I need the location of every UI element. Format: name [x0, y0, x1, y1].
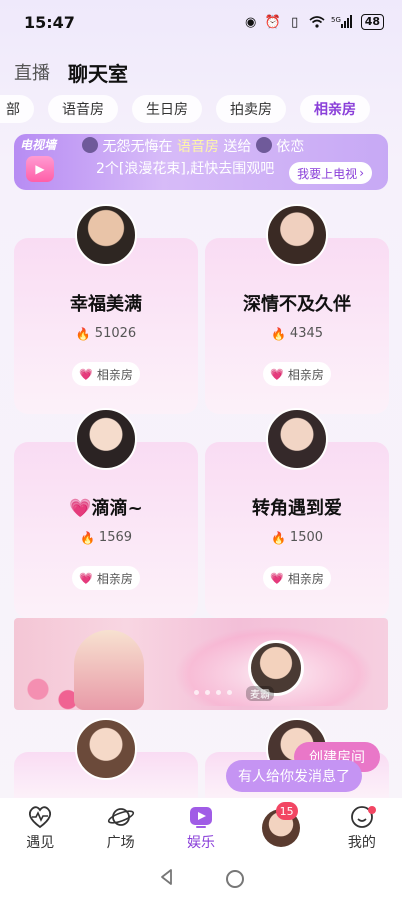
room-tag: 💗 相亲房	[72, 566, 140, 590]
nav-label: 娱乐	[187, 835, 216, 851]
room-card[interactable]: 💗滴滴~ 🔥 1569 💗 相亲房	[14, 408, 198, 618]
room-type: 语音房	[176, 139, 219, 155]
carousel-dot	[227, 690, 232, 695]
message-badge: 15	[275, 802, 298, 820]
category-tab-auction[interactable]: 拍卖房	[216, 95, 286, 123]
heat-count: 1500	[289, 530, 324, 545]
nav-item-entertainment[interactable]: 娱乐	[161, 798, 241, 858]
send-word: 送给	[223, 139, 252, 155]
room-title: 幸福美满	[70, 294, 142, 315]
tab-live[interactable]: 直播	[14, 59, 50, 85]
nav-item-messages[interactable]: 15	[241, 798, 321, 858]
room-heat: 🔥 1569	[14, 530, 198, 545]
room-heat: 🔥 1500	[205, 530, 389, 545]
status-bar: 15:47 ◉ ⏰ ▯ 5G 48	[0, 0, 402, 44]
planet-icon	[106, 804, 136, 830]
carousel-dot	[205, 690, 210, 695]
featured-host-name: 麦霸	[246, 686, 274, 701]
heart-gem-icon: 💗	[79, 367, 93, 381]
room-tag: 💗 相亲房	[72, 362, 140, 386]
room-card[interactable]: 幸福美满 🔥 51026 💗 相亲房	[14, 204, 198, 414]
fire-icon: 🔥	[79, 530, 95, 545]
sender-text: 无怨无悔在	[102, 139, 173, 155]
heat-count: 4345	[289, 326, 324, 341]
heat-count: 51026	[94, 326, 137, 341]
chevron-right-icon: ›	[359, 166, 364, 180]
room-avatar	[75, 408, 137, 470]
room-tag-label: 相亲房	[287, 571, 324, 586]
room-tag-label: 相亲房	[96, 367, 133, 382]
nav-label: 我的	[347, 835, 376, 851]
room-title: 深情不及久伴	[243, 294, 351, 315]
promo-banner[interactable]: 麦霸	[14, 618, 388, 710]
room-heat: 🔥 51026	[14, 326, 198, 341]
carousel-dot	[194, 690, 199, 695]
signal-label: 5G	[331, 16, 341, 24]
heart-gem-icon: 💗	[79, 571, 93, 585]
home-icon[interactable]	[226, 870, 244, 888]
carousel-dot	[216, 690, 221, 695]
category-tabs: 部 语音房 生日房 拍卖房 相亲房	[0, 94, 402, 124]
room-title: 💗滴滴~	[69, 498, 143, 519]
status-icons: ◉ ⏰ ▯ 5G 48	[243, 14, 384, 30]
room-tag: 💗 相亲房	[263, 362, 331, 386]
tv-icon: ▶	[26, 156, 54, 182]
nav-label: 广场	[106, 835, 135, 851]
carousel-dots	[194, 690, 232, 695]
tab-chat-room[interactable]: 聊天室	[68, 58, 128, 87]
category-tab-dating[interactable]: 相亲房	[300, 95, 370, 123]
heat-count: 1569	[98, 530, 133, 545]
signal-icon: 5G	[331, 15, 355, 29]
room-tag: 💗 相亲房	[263, 566, 331, 590]
heartbeat-icon	[25, 804, 55, 830]
room-avatar	[75, 204, 137, 266]
fire-icon: 🔥	[75, 326, 91, 341]
fire-icon: 🔥	[270, 530, 286, 545]
room-card[interactable]	[14, 718, 198, 798]
sender-avatar	[82, 137, 98, 153]
nav-item-square[interactable]: 广场	[80, 798, 160, 858]
eye-icon: ◉	[245, 14, 257, 30]
category-tab-voice[interactable]: 语音房	[48, 95, 118, 123]
room-avatar	[266, 408, 328, 470]
fire-icon: 🔥	[270, 326, 286, 341]
receiver-text: 依恋	[276, 139, 305, 155]
tv-wall-banner[interactable]: 电视墙 ▶ 无怨无悔在 语音房 送给 依恋 2个[浪漫花束],赶快去围观吧 我要…	[14, 134, 388, 190]
bottom-nav: 遇见 广场 娱乐 15 我的	[0, 798, 402, 858]
room-heat: 🔥 4345	[205, 326, 389, 341]
vibrate-icon: ▯	[291, 14, 299, 30]
new-message-toast[interactable]: 有人给你发消息了	[226, 760, 362, 792]
top-header: 直播 聊天室	[0, 52, 402, 92]
back-icon[interactable]	[158, 868, 176, 890]
tv-message-line1: 无怨无悔在 语音房 送给 依恋	[82, 136, 304, 156]
receiver-avatar	[255, 137, 272, 153]
room-tag-label: 相亲房	[287, 367, 324, 382]
wifi-icon	[309, 15, 325, 29]
tv-message-line2: 2个[浪漫花束],赶快去围观吧	[96, 161, 275, 177]
nav-label: 遇见	[26, 835, 55, 851]
room-tag-label: 相亲房	[96, 571, 133, 586]
category-tab-birthday[interactable]: 生日房	[132, 95, 202, 123]
category-tab-all[interactable]: 部	[0, 95, 34, 123]
battery-indicator: 48	[360, 14, 384, 30]
cartoon-character-image	[74, 630, 144, 710]
tv-wall-logo: 电视墙	[20, 138, 57, 152]
go-on-tv-label: 我要上电视	[297, 166, 358, 181]
room-title: 转角遇到爱	[252, 498, 342, 519]
alarm-icon: ⏰	[264, 14, 281, 30]
nav-item-profile[interactable]: 我的	[322, 798, 402, 858]
go-on-tv-button[interactable]: 我要上电视 ›	[289, 162, 372, 184]
room-card[interactable]: 转角遇到爱 🔥 1500 💗 相亲房	[205, 408, 389, 618]
nav-item-meet[interactable]: 遇见	[0, 798, 80, 858]
room-avatar	[266, 204, 328, 266]
status-time: 15:47	[24, 12, 75, 32]
profile-notification-dot	[368, 806, 377, 814]
play-tv-icon	[186, 804, 216, 830]
room-avatar	[75, 718, 137, 780]
system-nav-bar	[0, 858, 402, 900]
room-card[interactable]: 深情不及久伴 🔥 4345 💗 相亲房	[205, 204, 389, 414]
heart-gem-icon: 💗	[270, 571, 284, 585]
heart-gem-icon: 💗	[270, 367, 284, 381]
